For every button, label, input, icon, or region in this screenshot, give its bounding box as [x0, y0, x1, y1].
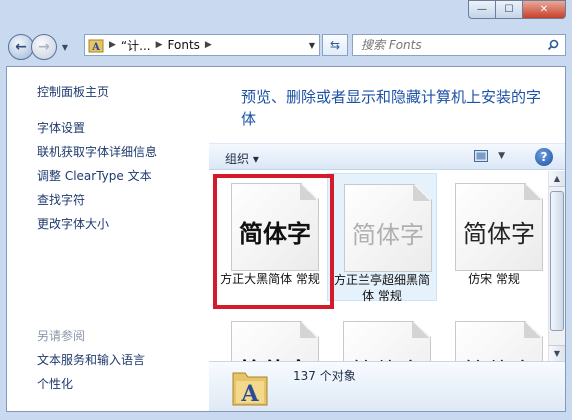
text-services-link[interactable]: 文本服务和输入语言 [37, 351, 145, 368]
see-also-heading: 另请参阅 [37, 329, 86, 343]
font-sample: 简体字 [352, 221, 424, 249]
organize-menu[interactable]: 组织 ▾ [225, 150, 259, 167]
back-arrow-icon: ← [15, 39, 27, 55]
change-font-size-link[interactable]: 更改字体大小 [37, 215, 109, 232]
svg-text:A: A [240, 381, 259, 407]
page-title: 预览、删除或者显示和隐藏计算机上安装的字体 [241, 88, 542, 128]
forward-button[interactable]: → [31, 34, 57, 60]
search-input[interactable] [361, 38, 541, 52]
font-name: 方正兰亭超细黑简体 常规 [333, 273, 430, 303]
address-dropdown-icon[interactable]: ▼ [309, 41, 315, 50]
forward-arrow-icon: → [38, 39, 50, 55]
details-pane: A 137 个对象 [209, 361, 565, 411]
help-icon: ? [540, 150, 548, 164]
breadcrumb-fonts[interactable]: Fonts [168, 38, 200, 52]
font-preview-icon: 简体字 [344, 184, 432, 272]
item-count: 137 个对象 [293, 369, 356, 383]
font-name: 仿宋 常规 [468, 272, 520, 286]
control-panel-home-link[interactable]: 控制面板主页 [37, 83, 109, 100]
search-box[interactable] [352, 34, 566, 56]
maximize-icon: ☐ [504, 4, 514, 15]
command-bar: 组织 ▾ ▼ ? [209, 143, 565, 170]
scroll-up-icon[interactable]: ▲ [549, 171, 565, 187]
help-button[interactable]: ? [535, 148, 553, 166]
font-item-selected[interactable]: 简体字 方正兰亭超细黑简体 常规 [327, 173, 437, 303]
vertical-scrollbar[interactable]: ▲ ▼ [548, 171, 565, 361]
breadcrumb-control-panel[interactable]: “计... [121, 37, 151, 54]
svg-text:A: A [91, 42, 100, 53]
adjust-cleartype-link[interactable]: 调整 ClearType 文本 [37, 167, 152, 184]
font-sample: 简体字 [232, 352, 318, 361]
recent-pages-dropdown[interactable]: ▼ [58, 43, 72, 52]
close-icon: ✕ [539, 4, 549, 15]
maximize-button[interactable]: ☐ [495, 0, 522, 19]
font-sample: 简体字 [463, 220, 535, 248]
font-item[interactable]: 简体字 仿宋 常规 [439, 173, 547, 301]
font-preview-icon: 简体字 [455, 321, 543, 361]
change-view-icon [474, 150, 489, 162]
close-button[interactable]: ✕ [522, 0, 566, 19]
font-preview-icon: 简体字 [455, 183, 543, 271]
fonts-folder-icon: A [88, 39, 104, 53]
scroll-down-icon[interactable]: ▼ [549, 345, 565, 361]
scrollbar-thumb[interactable] [550, 191, 564, 331]
font-sample: 简体字 [344, 352, 430, 361]
font-preview-icon: 简体字 [231, 321, 319, 361]
view-dropdown-icon: ▼ [498, 151, 505, 161]
font-item[interactable]: 简体字 [215, 311, 325, 361]
refresh-icon: ⇆ [329, 38, 341, 52]
breadcrumb-separator[interactable]: ▶ [156, 40, 163, 50]
view-options-button[interactable]: ▼ [474, 150, 505, 162]
address-bar[interactable]: A ▶ “计... ▶ Fonts ▶ ▼ [84, 34, 320, 56]
main-pane: 预览、删除或者显示和隐藏计算机上安装的字体 组织 ▾ ▼ ? 简体字 方正大黑简… [209, 67, 565, 411]
font-list: 简体字 方正大黑简体 常规 简体字 方正兰亭超细黑简体 常规 简体字 仿宋 常规… [209, 171, 547, 361]
explorer-content: 控制面板主页 字体设置 联机获取字体详细信息 调整 ClearType 文本 查… [6, 66, 566, 412]
highlight-annotation-box [213, 174, 334, 309]
font-item[interactable]: 简体字 [327, 311, 437, 361]
font-item[interactable]: 简体字 [439, 311, 547, 361]
font-sample: 简体字 [456, 352, 542, 361]
minimize-button[interactable]: — [468, 0, 495, 19]
personalization-link[interactable]: 个性化 [37, 375, 73, 392]
font-settings-link[interactable]: 字体设置 [37, 119, 85, 136]
refresh-button[interactable]: ⇆ [322, 34, 348, 56]
breadcrumb-separator[interactable]: ▶ [109, 40, 116, 50]
window-controls: — ☐ ✕ [468, 0, 566, 20]
navigation-bar: ← → ▼ A ▶ “计... ▶ Fonts ▶ ▼ ⇆ [6, 30, 566, 64]
fonts-folder-large-icon: A [232, 372, 268, 407]
breadcrumb-separator[interactable]: ▶ [205, 40, 212, 50]
font-preview-icon: 简体字 [343, 321, 431, 361]
find-character-link[interactable]: 查找字符 [37, 191, 85, 208]
search-icon[interactable] [547, 39, 559, 51]
task-pane: 控制面板主页 字体设置 联机获取字体详细信息 调整 ClearType 文本 查… [7, 67, 210, 411]
get-font-info-online-link[interactable]: 联机获取字体详细信息 [37, 143, 157, 160]
minimize-icon: — [477, 4, 487, 15]
